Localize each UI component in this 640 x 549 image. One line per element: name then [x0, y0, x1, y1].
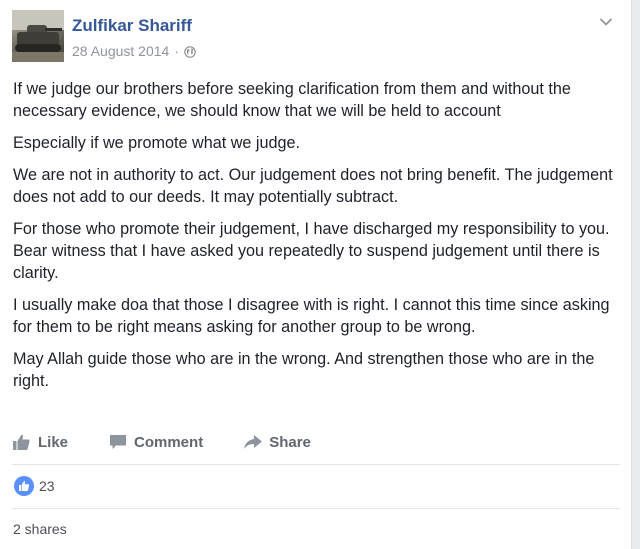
post-header: Zulfikar Shariff 28 August 2014 · [12, 10, 622, 66]
avatar[interactable] [12, 10, 64, 62]
reaction-count: 23 [39, 478, 55, 494]
post-paragraph: If we judge our brothers before seeking … [13, 80, 571, 120]
comment-button[interactable]: Comment [108, 433, 203, 451]
thumbs-up-icon [13, 434, 30, 450]
share-label: Share [269, 433, 311, 451]
post-paragraph: Especially if we promote what we judge. [13, 134, 301, 152]
post-card: Zulfikar Shariff 28 August 2014 · If we … [0, 0, 632, 549]
globe-icon[interactable] [184, 45, 196, 58]
chevron-down-icon[interactable] [598, 14, 614, 30]
post-paragraph: May Allah guide those who are in the wro… [13, 350, 595, 390]
comment-icon [110, 435, 127, 449]
action-bar: Like Comment Share [12, 428, 620, 456]
post-paragraph: We are not in authority to act. Our judg… [13, 166, 613, 206]
divider [12, 508, 620, 509]
post-paragraph: For those who promote their judgement, I… [13, 220, 610, 282]
share-button[interactable]: Share [243, 433, 311, 451]
meta-separator: · [174, 43, 179, 59]
reaction-summary[interactable]: 23 [14, 475, 55, 497]
shares-count[interactable]: 2 shares [13, 521, 67, 537]
like-label: Like [38, 433, 69, 451]
like-button[interactable]: Like [12, 433, 68, 451]
like-reaction-icon [14, 476, 34, 496]
post-paragraph: I usually make doa that those I disagree… [13, 296, 610, 336]
share-arrow-icon [244, 435, 263, 449]
post-date[interactable]: 28 August 2014 [72, 43, 169, 59]
comment-label: Comment [134, 433, 204, 451]
author-name[interactable]: Zulfikar Shariff [72, 16, 192, 36]
post-text: If we judge our brothers before seeking … [13, 78, 619, 402]
post-meta: 28 August 2014 · [72, 42, 196, 60]
divider [12, 464, 620, 465]
